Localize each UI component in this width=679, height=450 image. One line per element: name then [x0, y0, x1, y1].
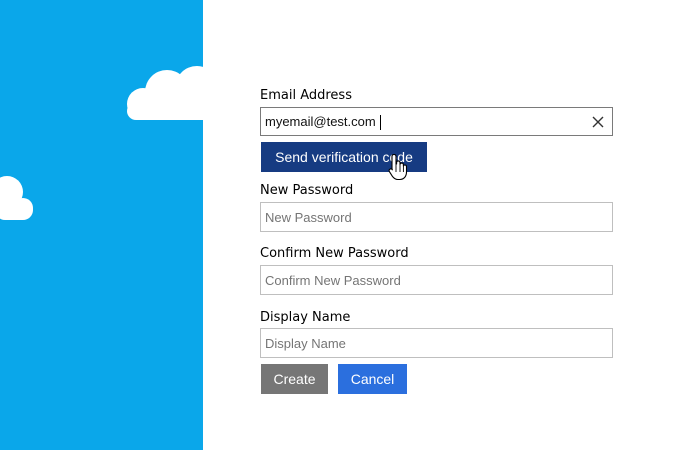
create-button[interactable]: Create: [261, 364, 328, 394]
display-name-field[interactable]: [261, 329, 612, 357]
confirm-password-field[interactable]: [261, 266, 612, 294]
new-password-container: [260, 202, 613, 232]
new-password-label: New Password: [260, 183, 354, 198]
email-label: Email Address: [260, 88, 352, 103]
confirm-password-container: [260, 265, 613, 295]
display-name-container: [260, 328, 613, 358]
display-name-label: Display Name: [260, 310, 351, 325]
confirm-password-label: Confirm New Password: [260, 246, 409, 261]
signup-page: Email Address Send verification code New…: [0, 0, 679, 450]
new-password-field[interactable]: [261, 203, 612, 231]
email-field-container: [260, 107, 613, 136]
close-icon[interactable]: [591, 115, 605, 129]
text-caret: [380, 115, 381, 130]
send-verification-code-button[interactable]: Send verification code: [261, 142, 427, 172]
cloud-icon: [0, 176, 33, 220]
sky-side-panel: [0, 0, 203, 450]
cancel-button[interactable]: Cancel: [338, 364, 407, 394]
email-field[interactable]: [261, 108, 612, 135]
cloud-icon: [127, 66, 203, 120]
